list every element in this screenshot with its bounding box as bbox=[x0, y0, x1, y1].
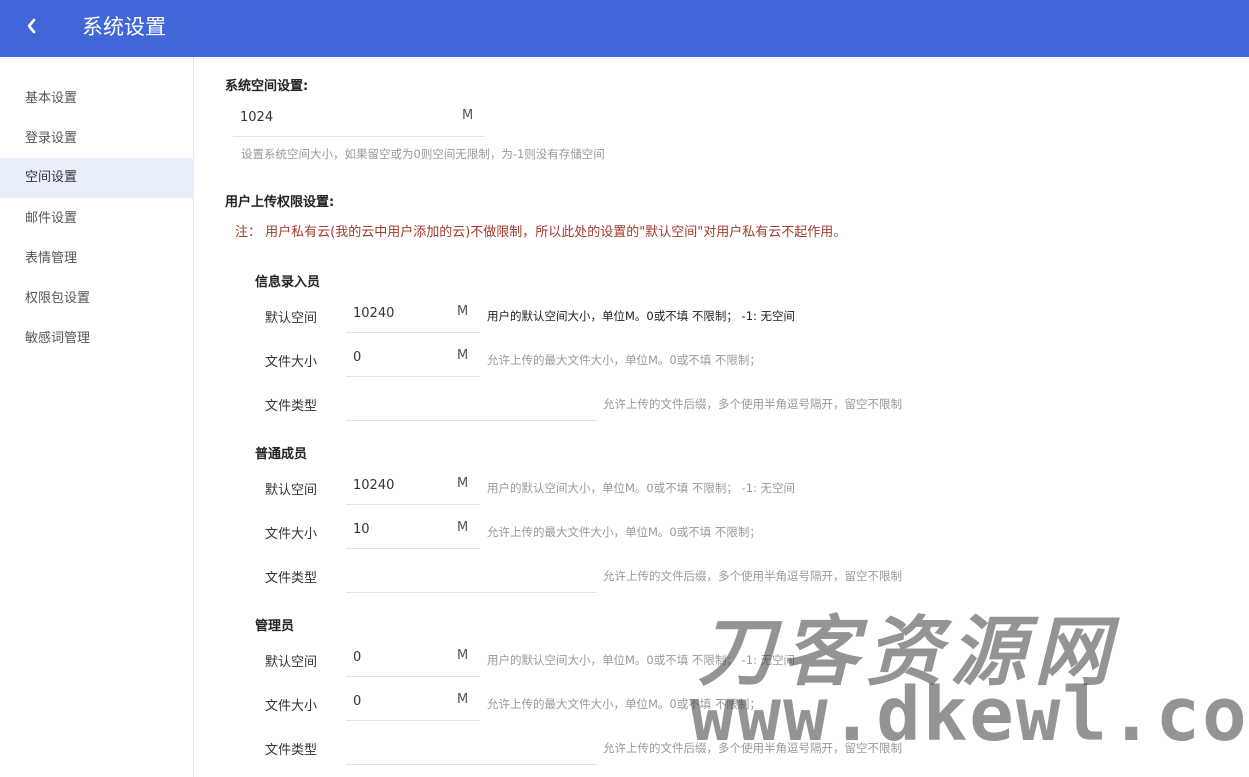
default-space-input[interactable] bbox=[353, 306, 443, 321]
file-type-input[interactable] bbox=[353, 566, 583, 581]
default-space-input[interactable] bbox=[353, 478, 443, 493]
group-title-member: 普通成员 bbox=[255, 447, 308, 462]
sidebar-item-mail[interactable]: 邮件设置 bbox=[0, 199, 194, 239]
sidebar-item-login[interactable]: 登录设置 bbox=[0, 119, 194, 159]
file-size-field: M bbox=[346, 685, 480, 721]
default-space-field: M bbox=[346, 641, 480, 677]
file-size-label: 文件大小 bbox=[265, 527, 318, 542]
file-type-hint: 允许上传的文件后缀，多个使用半角逗号隔开，留空不限制 bbox=[603, 397, 902, 411]
sidebar-item-permission-pack[interactable]: 权限包设置 bbox=[0, 279, 194, 319]
top-bar: 系统设置 bbox=[0, 0, 1249, 57]
file-size-input[interactable] bbox=[353, 522, 443, 537]
file-size-unit: M bbox=[457, 520, 469, 535]
back-button[interactable] bbox=[22, 14, 44, 40]
file-type-label: 文件类型 bbox=[265, 571, 318, 586]
file-type-field bbox=[346, 557, 597, 593]
file-type-field bbox=[346, 729, 597, 765]
default-space-hint: 用户的默认空间大小，单位M。0或不填 不限制； -1: 无空间 bbox=[487, 481, 796, 495]
group-title-admin: 管理员 bbox=[255, 619, 295, 634]
default-space-unit: M bbox=[457, 476, 469, 491]
file-size-hint: 允许上传的最大文件大小，单位M。0或不填 不限制； bbox=[487, 525, 761, 539]
sidebar: 基本设置 登录设置 空间设置 邮件设置 表情管理 权限包设置 敏感词管理 bbox=[0, 57, 194, 777]
file-size-hint: 允许上传的最大文件大小，单位M。0或不填 不限制； bbox=[487, 697, 761, 711]
sidebar-item-emoji[interactable]: 表情管理 bbox=[0, 239, 194, 279]
default-space-hint: 用户的默认空间大小，单位M。0或不填 不限制； -1: 无空间 bbox=[487, 653, 796, 667]
default-space-label: 默认空间 bbox=[265, 655, 318, 670]
file-type-label: 文件类型 bbox=[265, 399, 318, 414]
default-space-field: M bbox=[346, 469, 480, 505]
chevron-left-icon bbox=[22, 14, 44, 40]
upload-note: 注： 用户私有云(我的云中用户添加的云)不做限制，所以此处的设置的"默认空间"对… bbox=[235, 225, 847, 240]
default-space-label: 默认空间 bbox=[265, 311, 318, 326]
main-content: 系统空间设置: M 设置系统空间大小，如果留空或为0则空间无限制，为-1则没有存… bbox=[195, 57, 1249, 777]
default-space-label: 默认空间 bbox=[265, 483, 318, 498]
file-size-unit: M bbox=[457, 692, 469, 707]
default-space-hint: 用户的默认空间大小，单位M。0或不填 不限制； -1: 无空间 bbox=[487, 309, 796, 323]
page-title: 系统设置 bbox=[82, 15, 166, 39]
default-space-input[interactable] bbox=[353, 650, 443, 665]
file-size-input[interactable] bbox=[353, 350, 443, 365]
default-space-unit: M bbox=[457, 648, 469, 663]
file-type-hint: 允许上传的文件后缀，多个使用半角逗号隔开，留空不限制 bbox=[603, 569, 902, 583]
system-space-hint: 设置系统空间大小，如果留空或为0则空间无限制，为-1则没有存储空间 bbox=[241, 147, 605, 161]
file-type-field bbox=[346, 385, 597, 421]
default-space-unit: M bbox=[457, 304, 469, 319]
file-size-input[interactable] bbox=[353, 694, 443, 709]
file-size-label: 文件大小 bbox=[265, 355, 318, 370]
file-size-field: M bbox=[346, 513, 480, 549]
file-size-unit: M bbox=[457, 348, 469, 363]
default-space-field: M bbox=[346, 297, 480, 333]
file-type-hint: 允许上传的文件后缀，多个使用半角逗号隔开，留空不限制 bbox=[603, 741, 902, 755]
upload-permission-title: 用户上传权限设置: bbox=[225, 195, 335, 210]
file-type-input[interactable] bbox=[353, 738, 583, 753]
sidebar-item-basic[interactable]: 基本设置 bbox=[0, 79, 194, 119]
system-space-unit: M bbox=[462, 108, 474, 123]
file-size-hint: 允许上传的最大文件大小，单位M。0或不填 不限制； bbox=[487, 353, 761, 367]
file-type-input[interactable] bbox=[353, 394, 583, 409]
system-space-title: 系统空间设置: bbox=[225, 79, 309, 94]
group-title-info-entry: 信息录入员 bbox=[255, 275, 321, 290]
file-type-label: 文件类型 bbox=[265, 743, 318, 758]
file-size-label: 文件大小 bbox=[265, 699, 318, 714]
system-space-field: M bbox=[233, 101, 485, 137]
file-size-field: M bbox=[346, 341, 480, 377]
sidebar-item-space[interactable]: 空间设置 bbox=[0, 158, 194, 198]
system-space-input[interactable] bbox=[240, 110, 330, 125]
sidebar-item-sensitive-words[interactable]: 敏感词管理 bbox=[0, 319, 194, 359]
